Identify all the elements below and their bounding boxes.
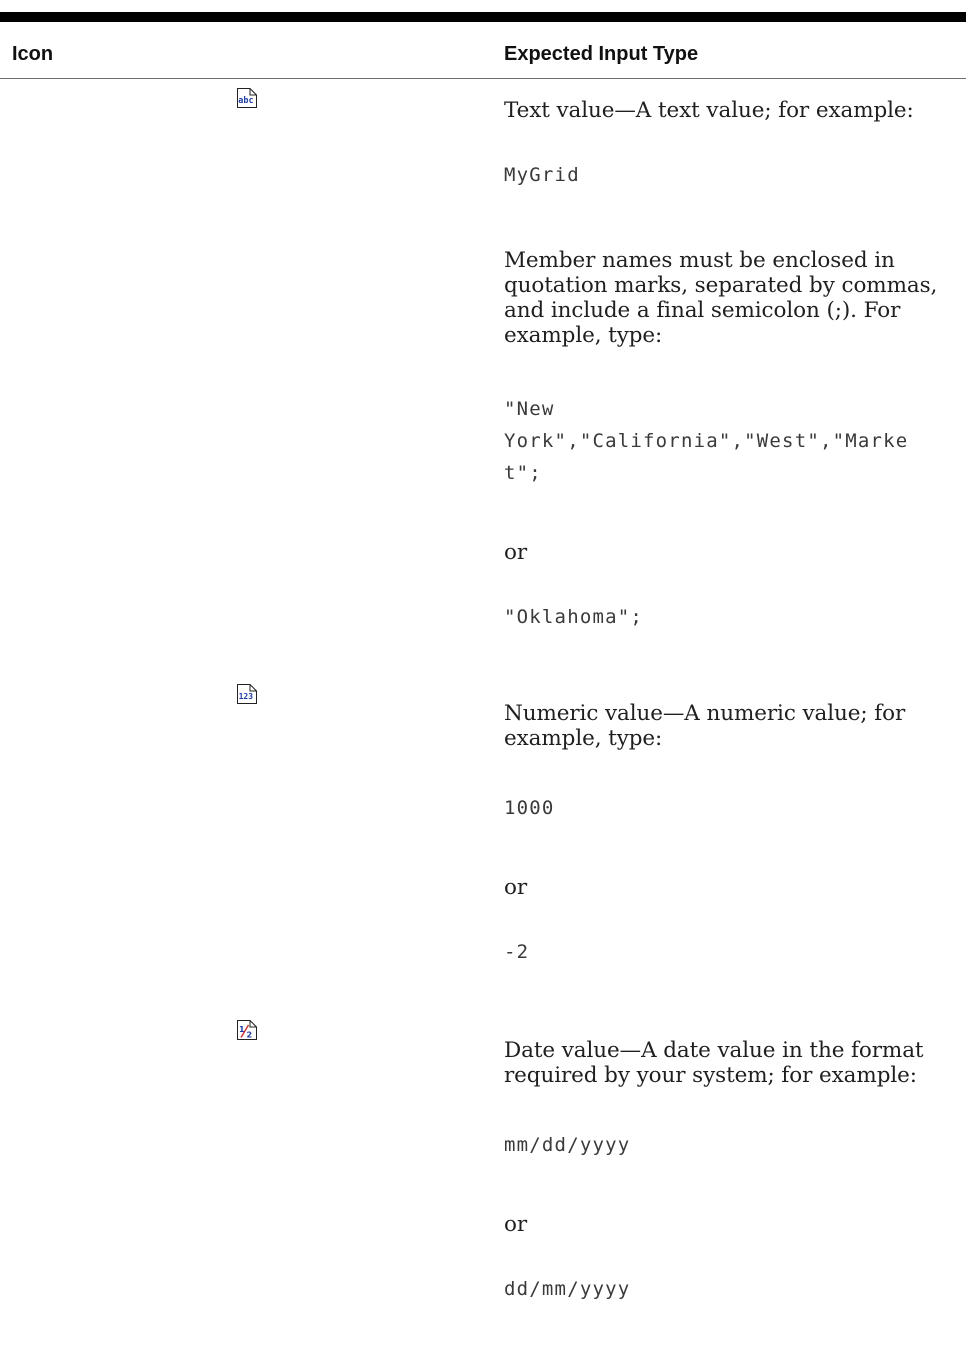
text-value-example-members-line-1: "New <box>504 398 555 420</box>
svg-text:abc: abc <box>238 96 253 106</box>
date-value-description: Date value—A date value in the format re… <box>504 1038 924 1088</box>
123-numeric-icon: 123 <box>236 683 258 705</box>
numeric-value-or: or <box>504 875 528 900</box>
text-value-example-mygrid: MyGrid <box>504 164 580 186</box>
numeric-value-example-negative-2: -2 <box>504 941 530 963</box>
table-top-rule <box>0 12 966 22</box>
svg-text:123: 123 <box>239 692 254 701</box>
date-value-example-dd-mm-yyyy: dd/mm/yyyy <box>504 1278 631 1300</box>
numeric-value-description: Numeric value—A numeric value; for examp… <box>504 701 906 751</box>
text-value-description: Text value—A text value; for example: <box>504 98 914 123</box>
column-header-expected-input-type: Expected Input Type <box>504 43 699 65</box>
numeric-value-example-1000: 1000 <box>504 797 555 819</box>
date-value-example-mm-dd-yyyy: mm/dd/yyyy <box>504 1134 631 1156</box>
text-value-example-oklahoma: "Oklahoma"; <box>504 606 644 628</box>
table-header: Icon Expected Input Type <box>0 22 966 79</box>
abc-text-icon: abc <box>236 87 258 109</box>
svg-text:2: 2 <box>247 1031 253 1040</box>
date-value-or: or <box>504 1212 528 1237</box>
text-value-example-members-line-3: t"; <box>504 462 542 484</box>
text-value-or: or <box>504 540 528 565</box>
column-header-icon: Icon <box>12 43 54 65</box>
text-value-example-members-line-2: York","California","West","Marke <box>504 430 909 452</box>
fraction-date-icon: 1 2 <box>236 1019 258 1041</box>
text-value-note: Member names must be enclosed in quotati… <box>504 248 938 348</box>
